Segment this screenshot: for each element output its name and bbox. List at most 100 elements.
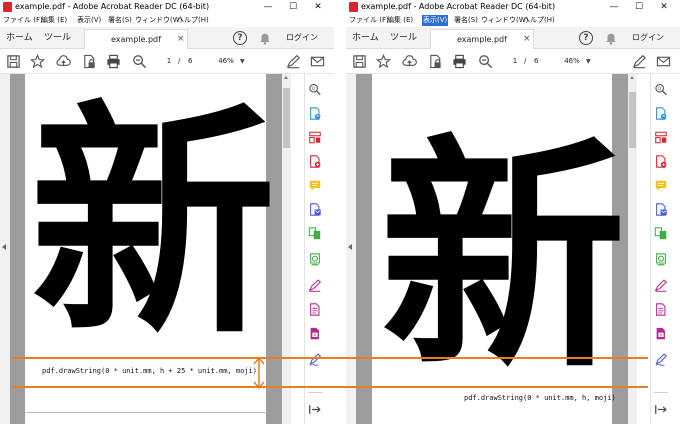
help-icon-right[interactable]: ?	[579, 31, 593, 45]
tab-bar-left: ホーム ツール example.pdf ×? ログイン	[0, 27, 334, 49]
zoom-level-select-left[interactable]: 46%	[212, 54, 240, 69]
combine-files-icon-left[interactable]	[308, 226, 322, 241]
login-button-left[interactable]: ログイン	[286, 31, 318, 45]
edit-pdf-icon-left[interactable]	[308, 302, 322, 317]
organize-pages-icon-left[interactable]	[308, 130, 322, 145]
send-for-review-icon-right[interactable]	[654, 202, 668, 217]
search-zoom-icon-right[interactable]: Q	[654, 82, 668, 97]
comment-icon-right[interactable]	[654, 178, 668, 193]
save-icon-right[interactable]	[352, 54, 367, 69]
export-pdf-icon-left[interactable]	[308, 106, 322, 121]
annotation-guide-line-lower	[12, 386, 648, 388]
save-icon-left[interactable]	[6, 54, 21, 69]
acrobat-app-icon-right	[349, 2, 358, 12]
expand-panel-icon-left[interactable]	[308, 402, 322, 417]
cloud-upload-icon-right[interactable]	[402, 54, 417, 69]
tab-tools-right[interactable]: ツール	[390, 31, 417, 45]
organize-pages-icon-right[interactable]	[654, 130, 668, 145]
tab-tools-left[interactable]: ツール	[44, 31, 71, 45]
annotation-guide-line-upper	[12, 357, 648, 359]
zoom-out-search-icon-right[interactable]	[478, 54, 493, 69]
menu-edit-right[interactable]: 編集 (E)	[386, 15, 414, 26]
share-email-icon-left[interactable]	[310, 54, 325, 69]
protect-file-icon-left[interactable]	[82, 54, 97, 69]
window-title-right: example.pdf - Adobe Acrobat Reader DC (6…	[361, 2, 556, 11]
menu-view-right[interactable]: 表示(V)	[422, 15, 449, 26]
compress-pdf-icon-left[interactable]	[308, 326, 322, 341]
fill-sign-icon-right[interactable]	[654, 278, 668, 293]
tab-bar-right: ホーム ツール example.pdf ×? ログイン	[346, 27, 680, 49]
left-pane-collapse-left[interactable]	[0, 74, 10, 424]
left-pane-collapse-right[interactable]	[346, 74, 356, 424]
menu-sign-left[interactable]: 署名(S)	[107, 15, 133, 26]
zoom-dropdown-icon-left[interactable]: ▼	[240, 54, 245, 69]
left-pane-arrow-icon-left[interactable]	[2, 244, 6, 250]
export-pdf-icon-right[interactable]	[654, 106, 668, 121]
print-icon-right[interactable]	[452, 54, 467, 69]
zoom-level-select-right[interactable]: 46%	[558, 54, 586, 69]
vertical-scrollbar-right[interactable]	[628, 74, 637, 424]
zoom-out-search-icon-left[interactable]	[132, 54, 147, 69]
tab-home-left[interactable]: ホーム	[6, 31, 33, 45]
close-button-right[interactable]: ✕	[652, 0, 676, 14]
left-pane-arrow-icon-right[interactable]	[348, 244, 352, 250]
comment-icon-left[interactable]	[308, 178, 322, 193]
draw-pen-icon-right[interactable]	[632, 54, 647, 69]
zoom-dropdown-icon-right[interactable]: ▼	[586, 54, 591, 69]
tab-document-right[interactable]: example.pdf ×	[430, 29, 534, 49]
vertical-scrollbar-left[interactable]	[282, 74, 291, 424]
share-email-icon-right[interactable]	[656, 54, 671, 69]
print-icon-left[interactable]	[106, 54, 121, 69]
menu-help-right[interactable]: ヘルプ(H)	[522, 15, 556, 26]
sign-icon-right[interactable]	[654, 352, 668, 367]
toolbar-right: 1/ 6 46% ▼	[346, 49, 680, 74]
compress-pdf-icon-right[interactable]	[654, 326, 668, 341]
scroll-thumb-left[interactable]	[283, 88, 290, 148]
page-separator-right: /	[524, 57, 527, 65]
edit-pdf-icon-right[interactable]	[654, 302, 668, 317]
scroll-up-arrow-icon-left[interactable]	[284, 76, 288, 79]
scroll-up-arrow-icon-right[interactable]	[630, 76, 634, 79]
document-tab-close-icon-right[interactable]: ×	[523, 33, 531, 46]
menu-edit-left[interactable]: 編集 (E)	[40, 15, 68, 26]
minimize-button-left[interactable]: —	[256, 0, 280, 14]
svg-text:Q: Q	[312, 86, 316, 92]
maximize-button-right[interactable]: ☐	[627, 0, 651, 14]
fill-sign-icon-left[interactable]	[308, 278, 322, 293]
document-tab-close-icon-left[interactable]: ×	[177, 33, 185, 46]
maximize-button-left[interactable]: ☐	[281, 0, 305, 14]
cloud-upload-icon-left[interactable]	[56, 54, 71, 69]
menu-view-left[interactable]: 表示(V)	[76, 15, 102, 26]
login-button-right[interactable]: ログイン	[632, 31, 664, 45]
tab-home-right[interactable]: ホーム	[352, 31, 379, 45]
search-zoom-icon-left[interactable]: Q	[308, 82, 322, 97]
minimize-button-right[interactable]: —	[602, 0, 626, 14]
page-total-right: 6	[534, 57, 539, 65]
draw-pen-icon-left[interactable]	[286, 54, 301, 69]
menu-file-right[interactable]: ファイル (F)	[348, 15, 390, 26]
scroll-thumb-right[interactable]	[629, 92, 636, 148]
notification-bell-icon-left[interactable]	[258, 31, 272, 45]
combine-files-icon-right[interactable]	[654, 226, 668, 241]
sign-icon-left[interactable]	[308, 352, 322, 367]
bookmark-star-icon-right[interactable]	[376, 54, 391, 69]
stamp-icon-right[interactable]	[654, 252, 668, 267]
create-pdf-icon-left[interactable]	[308, 154, 322, 169]
bookmark-star-icon-left[interactable]	[30, 54, 45, 69]
page-number-input-right[interactable]: 1	[506, 54, 524, 69]
tab-document-left[interactable]: example.pdf ×	[84, 29, 188, 49]
tools-panel-divider-left	[308, 392, 322, 393]
notification-bell-icon-right[interactable]	[604, 31, 618, 45]
page-number-input-left[interactable]: 1	[160, 54, 178, 69]
acrobat-window-right: example.pdf - Adobe Acrobat Reader DC (6…	[346, 0, 680, 424]
menu-file-left[interactable]: ファイル (F)	[2, 15, 44, 26]
help-icon-left[interactable]: ?	[233, 31, 247, 45]
create-pdf-icon-right[interactable]	[654, 154, 668, 169]
protect-file-icon-right[interactable]	[428, 54, 443, 69]
menu-sign-right[interactable]: 署名(S)	[453, 15, 479, 26]
close-button-left[interactable]: ✕	[306, 0, 330, 14]
expand-panel-icon-right[interactable]	[654, 402, 668, 417]
menu-help-left[interactable]: ヘルプ(H)	[176, 15, 210, 26]
send-for-review-icon-left[interactable]	[308, 202, 322, 217]
stamp-icon-left[interactable]	[308, 252, 322, 267]
